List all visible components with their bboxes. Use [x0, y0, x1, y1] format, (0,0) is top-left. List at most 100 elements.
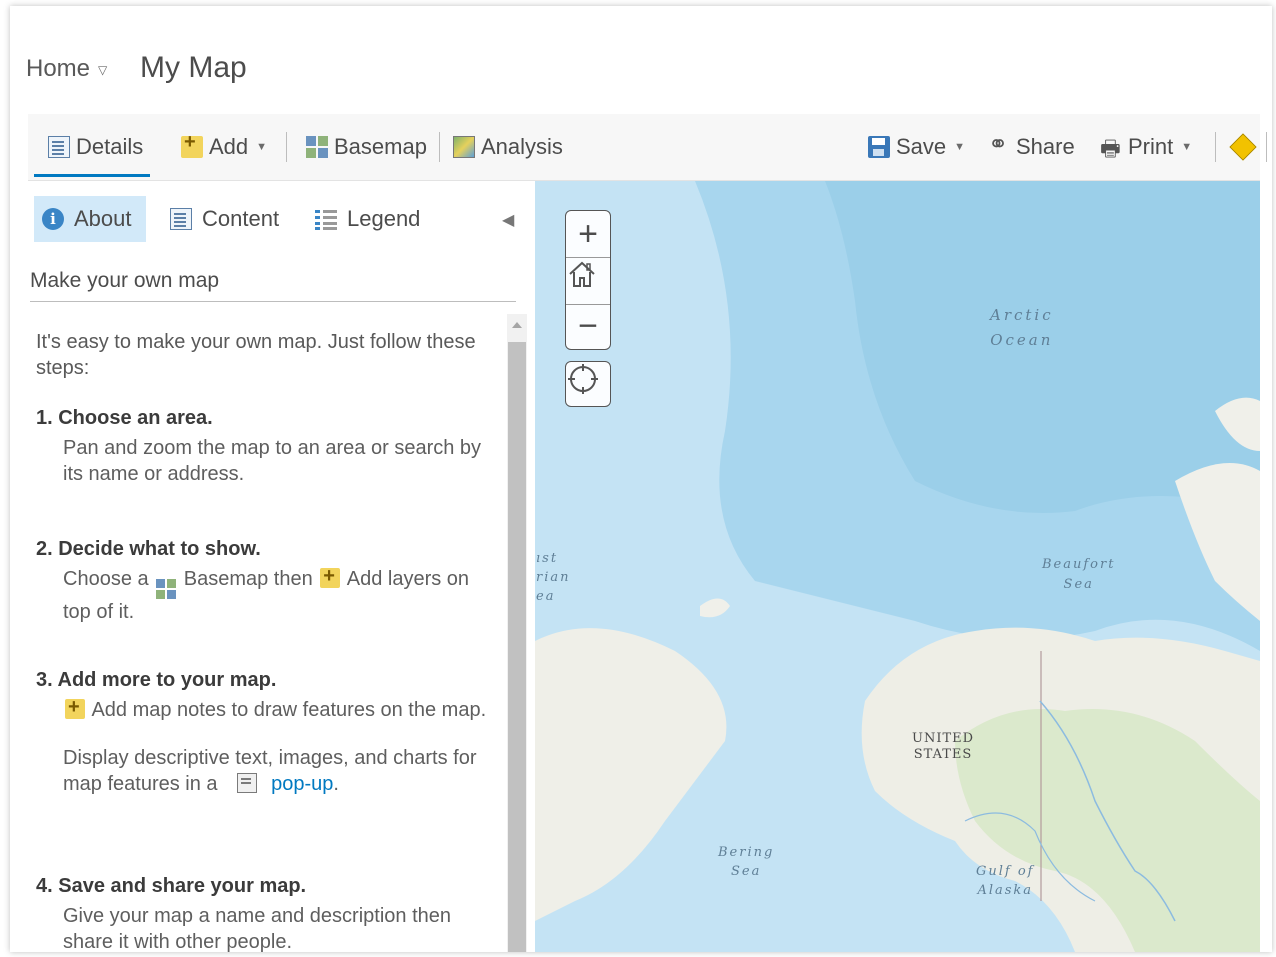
step-text: Choose a: [63, 568, 149, 590]
map-view[interactable]: Arctic Ocean Beaufort Sea Bering Sea Gul…: [535, 181, 1260, 952]
map-label-line: UNITED: [912, 731, 975, 746]
step-title: 1. Choose an area.: [36, 407, 213, 429]
step-text: Basemap then: [183, 568, 313, 590]
tab-legend[interactable]: Legend: [307, 196, 428, 242]
map-label-line: Beaufort: [1042, 557, 1116, 572]
step-body: Give your map a name and description the…: [63, 905, 451, 952]
step-title: 3. Add more to your map.: [36, 669, 277, 691]
map-label-line: Bering: [718, 845, 775, 860]
tab-about[interactable]: i About: [34, 196, 146, 242]
locate-button[interactable]: [565, 361, 611, 407]
toolbar-divider: [1266, 132, 1267, 162]
analysis-icon: [453, 136, 475, 158]
share-label: Share: [1016, 134, 1075, 159]
add-icon: [65, 694, 85, 720]
basemap-graphic: [535, 181, 1260, 952]
map-label-line: Ocean: [990, 331, 1054, 349]
map-label-line: Alaska: [977, 883, 1034, 898]
chevron-down-icon: ▼: [256, 141, 268, 153]
map-label-line: rian: [536, 570, 571, 585]
popup-link[interactable]: pop-up: [271, 773, 333, 795]
analysis-button[interactable]: Analysis: [453, 114, 563, 180]
default-extent-button[interactable]: [566, 257, 610, 305]
step-text: Display descriptive text, images, and ch…: [63, 747, 477, 795]
save-icon: [868, 136, 890, 158]
toolbar: Details Add ▼ Basemap Analysis Save ▼: [28, 114, 1267, 181]
map-label-east-siberian-sea: ıst rian ea: [536, 549, 571, 606]
basemap-icon: [156, 579, 177, 599]
basemap-button[interactable]: Basemap: [306, 114, 427, 180]
print-button[interactable]: Print ▼: [1100, 114, 1192, 180]
panel-tabs: i About Content Legend ◀: [34, 196, 524, 242]
step-body: Pan and zoom the map to an area or searc…: [63, 437, 482, 485]
toolbar-divider: [1215, 132, 1216, 162]
tab-legend-label: Legend: [347, 206, 421, 231]
map-label-arctic-ocean: Arctic Ocean: [990, 303, 1054, 353]
details-button[interactable]: Details: [48, 114, 143, 180]
header: Home ▽ My Map: [10, 6, 1272, 114]
map-label-beaufort-sea: Beaufort Sea: [1042, 555, 1115, 595]
app-window: Home ▽ My Map Details Add ▼ Basemap Analy…: [10, 6, 1272, 952]
add-button[interactable]: Add ▼: [181, 114, 267, 180]
map-title: My Map: [140, 51, 247, 84]
map-label-line: ea: [536, 589, 556, 604]
divider: [30, 301, 516, 302]
intro-text: It's easy to make your own map. Just fol…: [36, 331, 476, 379]
about-content: It's easy to make your own map. Just fol…: [36, 329, 491, 952]
share-button[interactable]: Share: [988, 114, 1075, 180]
info-icon: i: [42, 208, 64, 230]
basemap-label: Basemap: [334, 134, 427, 159]
print-icon: [1100, 132, 1122, 170]
add-icon: [320, 563, 341, 589]
analysis-label: Analysis: [481, 134, 563, 159]
scroll-thumb[interactable]: [508, 342, 526, 952]
map-label-line: STATES: [913, 747, 973, 762]
toolbar-divider: [439, 132, 440, 162]
save-label: Save: [896, 134, 947, 159]
side-panel: i About Content Legend ◀ Make your own m…: [28, 181, 528, 952]
map-label-line: ıst: [536, 551, 559, 566]
map-label-line: Sea: [730, 864, 762, 879]
step-2: 2. Decide what to show. Choose a Basemap…: [36, 536, 491, 667]
step-3: 3. Add more to your map. Add map notes t…: [36, 667, 491, 873]
directions-icon: [1229, 133, 1257, 161]
home-icon: [569, 261, 595, 287]
legend-icon: [315, 208, 337, 230]
details-icon: [48, 136, 70, 158]
step-4: 4. Save and share your map. Give your ma…: [36, 873, 491, 952]
print-label: Print: [1128, 134, 1174, 159]
home-label: Home: [26, 55, 91, 82]
directions-button[interactable]: [1229, 114, 1261, 180]
chevron-down-icon: ▼: [1181, 141, 1193, 153]
step-title: 2. Decide what to show.: [36, 538, 261, 560]
step-text: Add map notes to draw features on the ma…: [91, 699, 487, 721]
popup-icon: [237, 773, 258, 793]
map-label-line: Arctic: [990, 306, 1054, 324]
step-text: .: [333, 773, 339, 795]
zoom-controls: + −: [565, 210, 611, 350]
tab-content-label: Content: [202, 206, 280, 231]
basemap-icon: [306, 136, 328, 158]
zoom-out-button[interactable]: −: [566, 303, 610, 349]
tab-content[interactable]: Content: [162, 196, 287, 242]
map-label-united-states: UNITED STATES: [912, 731, 974, 763]
add-icon: [181, 131, 203, 158]
add-label: Add: [209, 134, 249, 159]
share-icon: [988, 130, 1010, 159]
chevron-down-icon: ▼: [954, 141, 966, 153]
save-button[interactable]: Save ▼: [868, 114, 965, 180]
chevron-down-icon: ▽: [98, 62, 108, 77]
map-label-bering-sea: Bering Sea: [718, 843, 774, 881]
zoom-in-button[interactable]: +: [566, 211, 610, 257]
step-body: Display descriptive text, images, and ch…: [63, 745, 491, 797]
step-title: 4. Save and share your map.: [36, 875, 307, 897]
scroll-up-icon[interactable]: [512, 322, 522, 328]
home-menu[interactable]: Home ▽: [26, 55, 107, 83]
details-label: Details: [76, 134, 144, 159]
scrollbar[interactable]: [507, 314, 527, 952]
content-icon: [170, 208, 192, 230]
collapse-panel-icon[interactable]: ◀: [502, 210, 514, 230]
map-label-gulf-of-alaska: Gulf of Alaska: [976, 862, 1035, 900]
step-body: Choose a Basemap then Add layers on top …: [63, 563, 491, 625]
toolbar-divider: [286, 132, 287, 162]
